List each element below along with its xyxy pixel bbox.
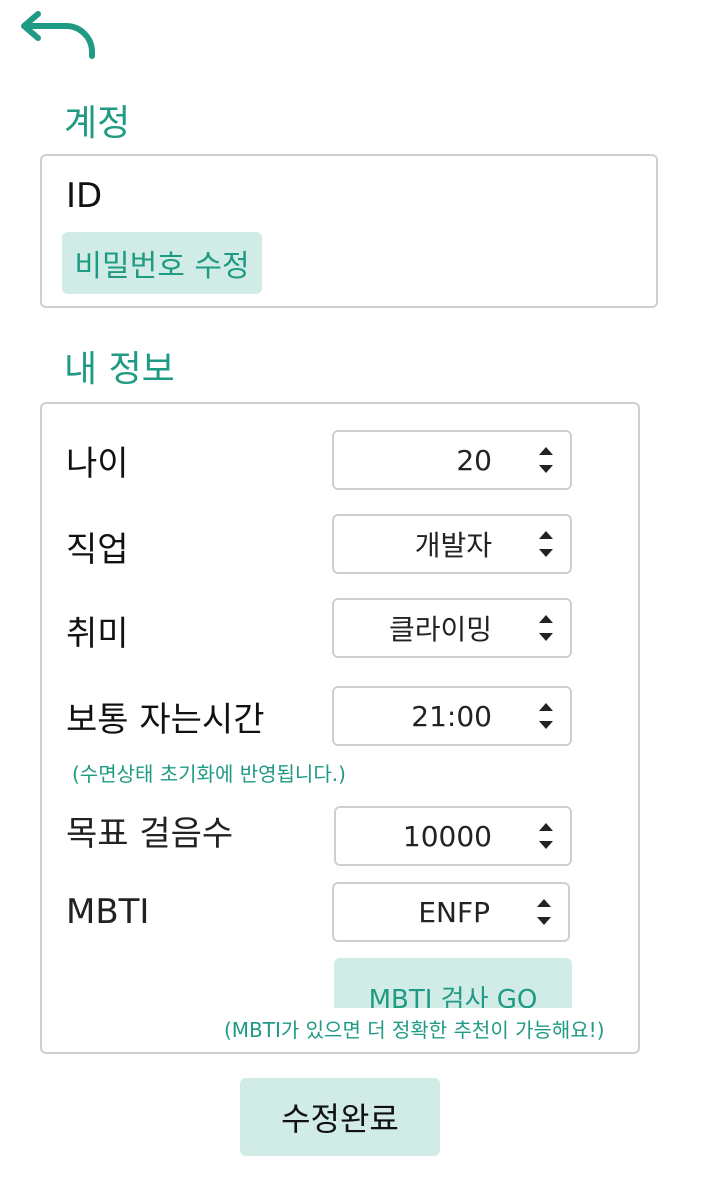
job-value: 개발자	[414, 529, 492, 562]
spinner-arrows-icon	[534, 894, 554, 930]
hobby-label: 취미	[66, 614, 129, 654]
spinner-arrows-icon	[536, 526, 556, 562]
spinner-arrows-icon	[536, 818, 556, 854]
my-info-section-title: 내 정보	[64, 349, 175, 390]
change-password-button[interactable]: 비밀번호 수정	[62, 232, 262, 294]
account-id: ID	[66, 176, 103, 216]
age-label: 나이	[66, 444, 129, 484]
step-goal-spinner[interactable]: 10000	[334, 806, 572, 866]
spinner-arrows-icon	[536, 442, 556, 478]
job-spinner[interactable]: 개발자	[332, 514, 572, 574]
step-goal-value: 10000	[402, 819, 492, 853]
step-goal-label: 목표 걸음수	[66, 814, 234, 854]
sleep-time-spinner[interactable]: 21:00	[332, 686, 572, 746]
age-value: 20	[456, 443, 492, 477]
age-spinner[interactable]: 20	[332, 430, 572, 490]
sleep-time-label: 보통 자는시간	[66, 700, 265, 740]
account-section-title: 계정	[64, 103, 131, 144]
mbti-hint: (MBTI가 있으면 더 정확한 추천이 가능해요!)	[224, 1018, 605, 1042]
back-button[interactable]	[8, 6, 98, 66]
spinner-arrows-icon	[536, 610, 556, 646]
mbti-value: ENFP	[418, 895, 490, 929]
arrow-back-icon	[8, 11, 98, 70]
hobby-spinner[interactable]: 클라이밍	[332, 598, 572, 658]
mbti-test-label: MBTI 검사 GO	[368, 985, 538, 1008]
hobby-value: 클라이밍	[388, 613, 492, 646]
spinner-arrows-icon	[536, 698, 556, 734]
mbti-label: MBTI	[66, 892, 150, 932]
mbti-spinner[interactable]: ENFP	[332, 882, 570, 942]
mbti-test-button[interactable]: MBTI 검사 GO	[334, 958, 572, 1008]
job-label: 직업	[66, 530, 129, 570]
sleep-time-hint: (수면상태 초기화에 반영됩니다.)	[72, 762, 346, 786]
sleep-time-value: 21:00	[411, 699, 492, 733]
submit-edit-button[interactable]: 수정완료	[240, 1078, 440, 1156]
